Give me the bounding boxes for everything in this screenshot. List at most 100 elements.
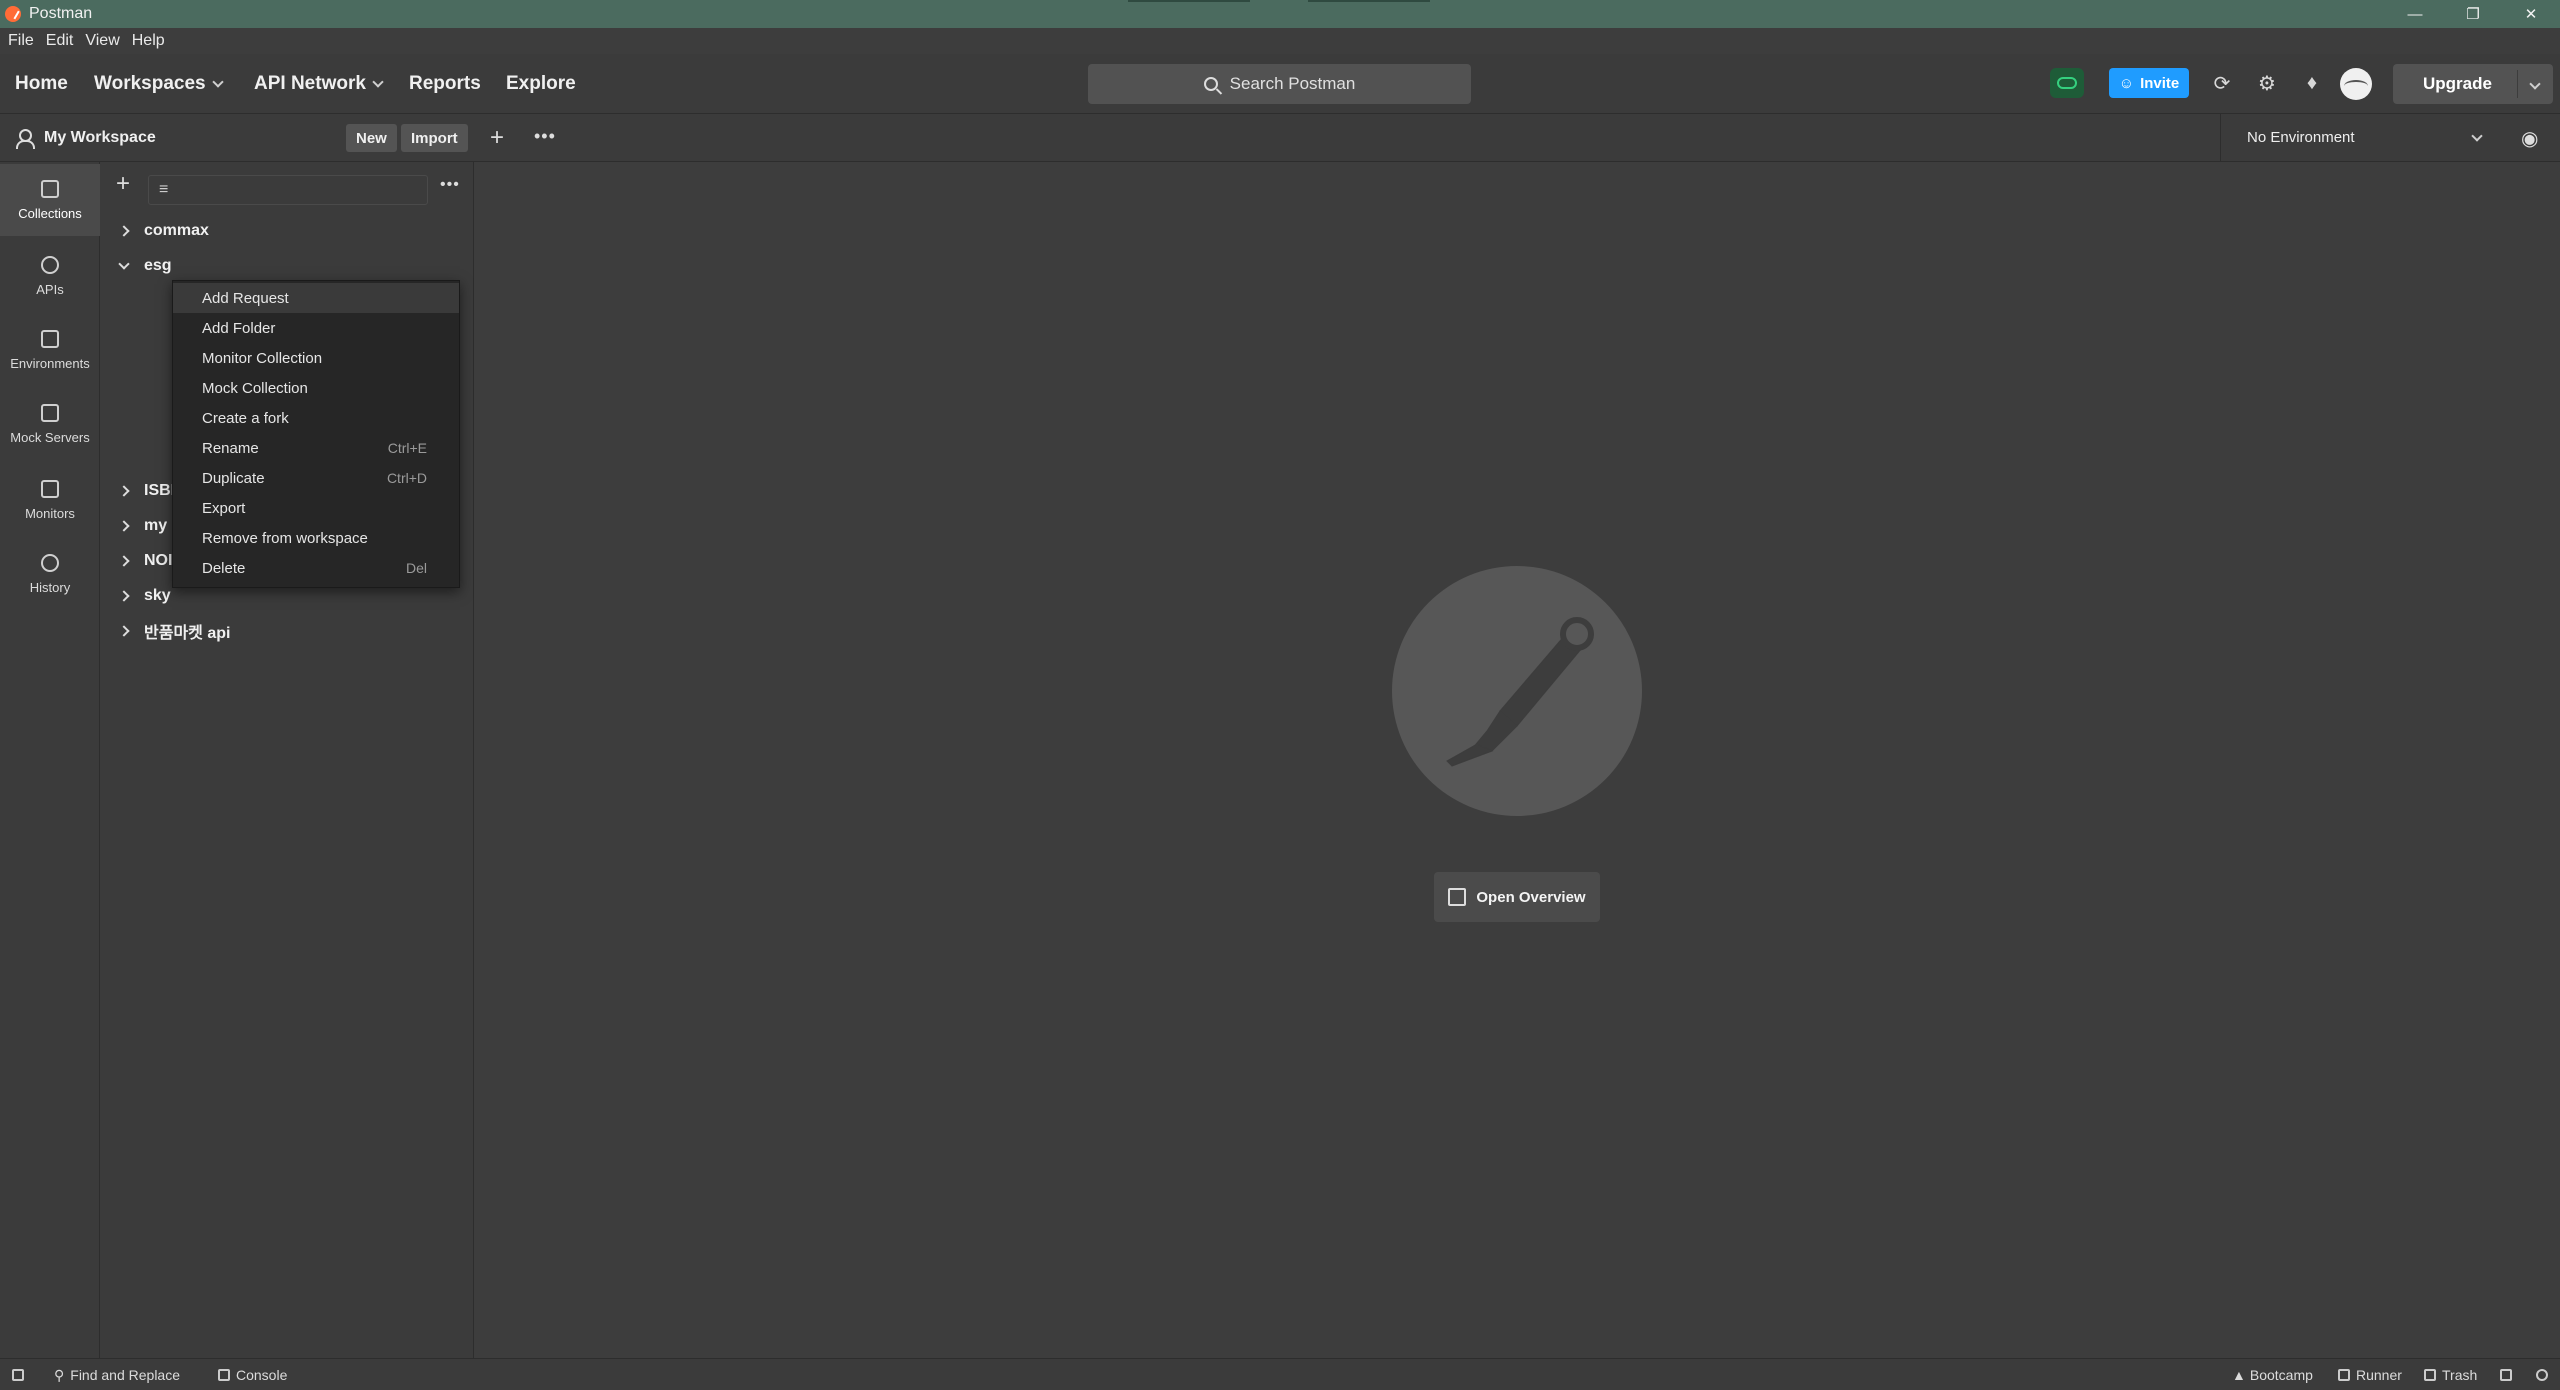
collection-item[interactable]: 반품마켓 api	[118, 616, 230, 646]
nav-home[interactable]: Home	[15, 73, 68, 95]
new-button[interactable]: New	[346, 124, 397, 152]
rail-label: APIs	[36, 281, 64, 297]
bell-icon[interactable]: ♦	[2297, 68, 2327, 98]
rail-apis[interactable]: APIs	[0, 240, 100, 312]
postman-logo-icon	[5, 6, 21, 22]
menu-export[interactable]: Export	[173, 493, 459, 523]
nav-workspaces[interactable]: Workspaces	[94, 73, 224, 95]
menu-add-request[interactable]: Add Request	[173, 283, 459, 313]
graduation-cap-icon: ▲	[2232, 1367, 2246, 1383]
environments-icon	[41, 329, 59, 348]
find-replace-button[interactable]: ⚲ Find and Replace	[54, 1359, 180, 1390]
runner-button[interactable]: Runner	[2338, 1359, 2402, 1390]
menu-shortcut: Del	[405, 560, 427, 576]
eye-icon[interactable]: ◉	[2521, 126, 2538, 151]
new-tab-plus-icon[interactable]: +	[490, 124, 504, 152]
rail-mock-servers[interactable]: Mock Servers	[0, 388, 100, 460]
rail-collections[interactable]: Collections	[0, 164, 100, 236]
close-icon[interactable]: ✕	[2502, 0, 2560, 28]
chevron-down-icon	[2471, 130, 2483, 142]
invite-button[interactable]: ☺ Invite	[2109, 68, 2189, 98]
workspace-name[interactable]: My Workspace	[44, 129, 156, 147]
chevron-down-icon[interactable]	[2529, 78, 2541, 90]
menu-help[interactable]: Help	[132, 32, 165, 50]
minimize-icon[interactable]: —	[2386, 0, 2444, 28]
add-collection-plus-icon[interactable]: +	[116, 170, 130, 198]
nav-reports[interactable]: Reports	[409, 73, 481, 95]
cloud-sync-icon[interactable]	[2050, 68, 2084, 98]
layout-icon[interactable]	[2500, 1359, 2518, 1390]
titlebar-indicator	[1128, 0, 1250, 2]
collection-item[interactable]: sky	[118, 581, 171, 611]
title-bar: Postman — ❐ ✕	[0, 0, 2560, 28]
window-controls: — ❐ ✕	[2386, 0, 2560, 28]
upgrade-button[interactable]: Upgrade	[2393, 64, 2553, 104]
menu-shortcut: Ctrl+E	[387, 440, 427, 456]
menu-label: Add Folder	[202, 319, 276, 337]
menu-edit[interactable]: Edit	[46, 32, 74, 50]
collection-name: sky	[144, 587, 171, 604]
user-plus-icon: ☺	[2118, 74, 2135, 92]
menu-label: Monitor Collection	[202, 349, 323, 367]
collection-item[interactable]: ISBI	[118, 476, 176, 506]
more-tabs-icon[interactable]: •••	[534, 126, 556, 147]
collection-name: esg	[144, 257, 172, 274]
menu-delete[interactable]: Delete Del	[173, 553, 459, 583]
open-overview-button[interactable]: Open Overview	[1434, 872, 1600, 922]
trash-button[interactable]: Trash	[2424, 1359, 2477, 1390]
toggle-sidebar-icon[interactable]	[12, 1359, 30, 1390]
help-icon[interactable]	[2536, 1359, 2554, 1390]
menu-monitor-collection[interactable]: Monitor Collection	[173, 343, 459, 373]
console-icon	[218, 1369, 230, 1381]
satellite-icon[interactable]: ⟳	[2207, 68, 2237, 98]
open-overview-label: Open Overview	[1476, 888, 1586, 906]
filter-input[interactable]: ≡	[148, 175, 428, 205]
menu-view[interactable]: View	[85, 32, 119, 50]
search-input[interactable]: Search Postman	[1088, 64, 1471, 104]
collection-item[interactable]: esg	[118, 251, 172, 281]
nav-explore[interactable]: Explore	[506, 73, 576, 95]
environment-label: No Environment	[2247, 129, 2355, 146]
rail-history[interactable]: History	[0, 538, 100, 610]
postman-astronaut-logo	[1392, 566, 1642, 816]
environment-select[interactable]: No Environment ◉	[2220, 114, 2560, 162]
nav-api-network[interactable]: API Network	[254, 73, 384, 95]
import-button[interactable]: Import	[401, 124, 468, 152]
collection-item[interactable]: NOI	[118, 546, 173, 576]
menu-label: Mock Collection	[202, 379, 308, 397]
avatar[interactable]	[2340, 68, 2372, 100]
menu-label: Create a fork	[202, 409, 289, 427]
collection-item[interactable]: commax	[118, 216, 209, 246]
chevron-right-icon	[118, 625, 130, 637]
collection-name: ISBI	[144, 482, 176, 499]
menu-rename[interactable]: Rename Ctrl+E	[173, 433, 459, 463]
menu-label: Delete	[202, 559, 246, 577]
rail-label: Collections	[18, 205, 82, 221]
chevron-down-icon	[211, 76, 224, 88]
menu-label: Add Request	[202, 289, 289, 307]
menu-create-fork[interactable]: Create a fork	[173, 403, 459, 433]
menu-label: Duplicate	[202, 469, 265, 487]
restore-icon[interactable]: ❐	[2444, 0, 2502, 28]
rail-monitors[interactable]: Monitors	[0, 464, 100, 536]
history-icon	[41, 553, 59, 572]
runner-icon	[2338, 1369, 2350, 1381]
menu-remove-from-workspace[interactable]: Remove from workspace	[173, 523, 459, 553]
search-icon: ⚲	[54, 1366, 65, 1383]
trash-icon	[2424, 1369, 2436, 1381]
menu-file[interactable]: File	[8, 32, 34, 50]
invite-label: Invite	[2140, 74, 2180, 92]
gear-icon[interactable]: ⚙	[2252, 68, 2282, 98]
menu-mock-collection[interactable]: Mock Collection	[173, 373, 459, 403]
rail-label: History	[29, 579, 71, 595]
collection-name: NOI	[144, 552, 173, 569]
collection-item[interactable]: my	[118, 511, 167, 541]
menu-duplicate[interactable]: Duplicate Ctrl+D	[173, 463, 459, 493]
bootcamp-button[interactable]: ▲ Bootcamp	[2232, 1359, 2313, 1390]
menu-add-folder[interactable]: Add Folder	[173, 313, 459, 343]
search-icon	[1203, 77, 1218, 91]
rail-environments[interactable]: Environments	[0, 314, 100, 386]
more-options-icon[interactable]: •••	[440, 176, 460, 194]
console-button[interactable]: Console	[218, 1359, 287, 1390]
chevron-down-icon	[372, 76, 384, 88]
